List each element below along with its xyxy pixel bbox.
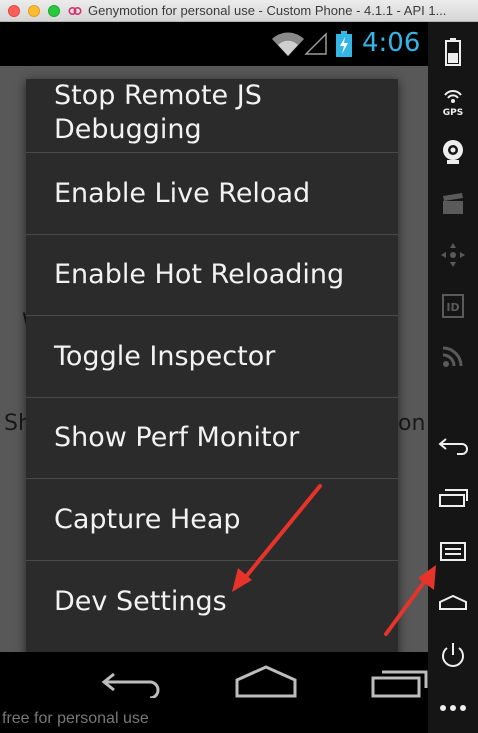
battery-icon[interactable] [435,34,471,70]
menu-item-enable-live-reload[interactable]: Enable Live Reload [26,152,398,234]
gps-label: GPS [443,108,463,118]
status-bar: 4:06 [0,22,428,66]
wifi-icon [272,32,304,56]
react-native-dev-menu: Stop Remote JS Debugging Enable Live Rel… [26,79,398,662]
back-icon[interactable] [435,427,471,463]
menu-item-label: Capture Heap [54,503,241,535]
menu-item-capture-heap[interactable]: Capture Heap [26,478,398,560]
menu-item-stop-remote-js-debugging[interactable]: Stop Remote JS Debugging [26,79,398,152]
menu-icon[interactable] [435,534,471,570]
zoom-window-button[interactable] [48,5,60,17]
gps-icon[interactable]: GPS [435,86,471,122]
menu-item-label: Stop Remote JS Debugging [54,80,262,145]
menu-item-label: Enable Hot Reloading [54,259,345,290]
minimize-window-button[interactable] [28,5,40,17]
signal-icon [304,32,327,55]
power-icon[interactable] [435,637,471,673]
menu-item-label: Enable Live Reload [54,177,311,209]
personal-use-watermark: free for personal use [2,710,149,727]
menu-item-show-perf-monitor[interactable]: Show Perf Monitor [26,397,398,478]
genymotion-logo-icon [68,6,82,16]
android-nav-bar [0,652,428,712]
background-text-fragment: on [398,411,426,436]
more-icon[interactable] [435,690,471,726]
rss-icon[interactable] [435,338,471,374]
video-capture-icon[interactable] [435,186,471,222]
title-bar: Genymotion for personal use - Custom Pho… [0,0,478,22]
menu-item-label: Toggle Inspector [54,340,276,372]
webcam-icon[interactable] [435,135,471,171]
close-window-button[interactable] [8,5,20,17]
clock-time: 4:06 [362,28,421,58]
android-screen: 4:06 W Sh on Stop Remote JS Debugging En… [0,22,428,712]
menu-item-dev-settings[interactable]: Dev Settings [26,560,398,642]
device-id-icon[interactable]: ID [435,288,471,324]
window-title: Genymotion for personal use - Custom Pho… [88,3,447,18]
recent-apps-icon[interactable] [435,480,471,516]
recent-apps-icon[interactable] [370,666,428,698]
menu-item-label: Show Perf Monitor [54,422,300,453]
menu-item-toggle-inspector[interactable]: Toggle Inspector [26,315,398,397]
menu-item-enable-hot-reloading[interactable]: Enable Hot Reloading [26,234,398,315]
genymotion-window: Genymotion for personal use - Custom Pho… [0,0,478,733]
back-icon[interactable] [100,666,164,698]
menu-item-label: Dev Settings [54,585,227,617]
home-icon[interactable] [435,585,471,621]
home-icon[interactable] [234,664,298,698]
dpad-icon[interactable] [435,237,471,273]
device-id-label: ID [446,301,459,314]
genymotion-sidebar: GPS ID [428,22,478,733]
battery-charging-icon [336,31,352,57]
